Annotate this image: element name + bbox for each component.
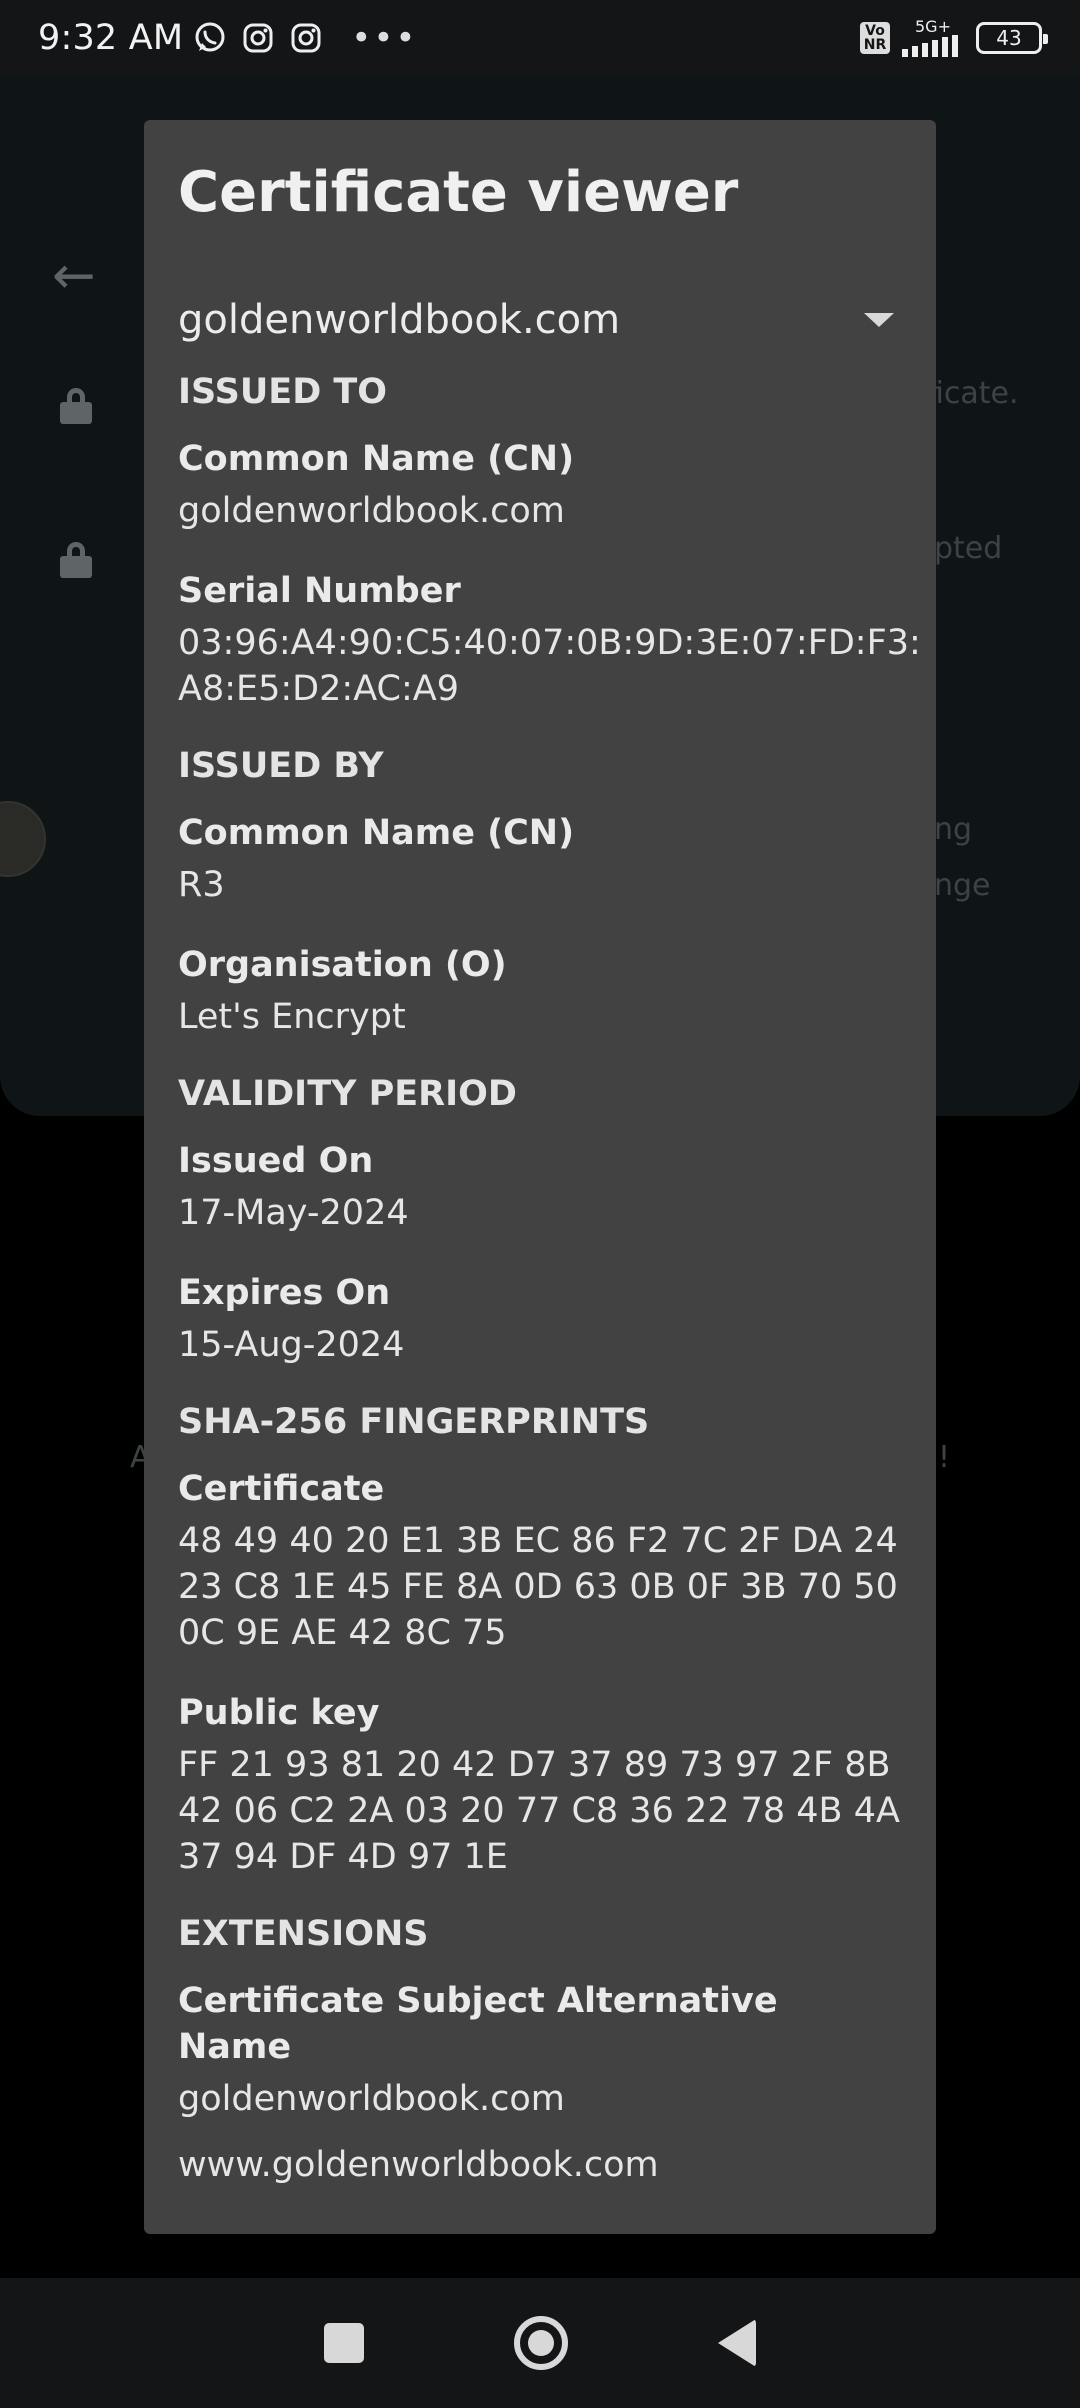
lock-icon (60, 542, 92, 578)
instagram-icon (243, 23, 273, 53)
section-heading-extensions: EXTENSIONS (178, 1914, 429, 1954)
lock-icon (60, 388, 92, 424)
field-value: FF 21 93 81 20 42 D7 37 89 73 97 2F 8B (178, 1745, 891, 1785)
field-value: 15-Aug-2024 (178, 1325, 405, 1365)
network-indicator: 5G+ (902, 19, 964, 57)
field-value: 03:96:A4:90:C5:40:07:0B:9D:3E:07:FD:F3: (178, 623, 921, 663)
field-value: goldenworldbook.com (178, 491, 565, 531)
section-heading-fingerprints: SHA-256 FINGERPRINTS (178, 1402, 650, 1442)
field-value: 48 49 40 20 E1 3B EC 86 F2 7C 2F DA 24 (178, 1521, 898, 1561)
whatsapp-icon (195, 22, 225, 52)
section-heading-validity-period: VALIDITY PERIOD (178, 1074, 517, 1114)
field-label: Organisation (O) (178, 945, 507, 985)
field-label: Common Name (CN) (178, 439, 575, 479)
background-text: ficate. (925, 376, 1019, 411)
instagram-icon (291, 23, 321, 53)
avatar (0, 801, 46, 877)
volte-nr-icon: Vo NR (860, 22, 890, 54)
field-label: Certificate (178, 1469, 385, 1509)
field-label: Certificate Subject Alternative Name (178, 1981, 778, 2067)
background-text: ng (934, 812, 973, 847)
home-icon (528, 2330, 554, 2356)
section-heading-issued-to: ISSUED TO (178, 372, 388, 412)
notification-icons: ••• (193, 18, 417, 58)
certificate-details: ISSUED TO Common Name (CN) goldenworldbo… (178, 360, 921, 2188)
field-value: goldenworldbook.com (178, 2079, 565, 2119)
status-bar: 9:32 AM ••• Vo NR 5G+ 43 (0, 0, 1080, 76)
field-value: 23 C8 1E 45 FE 8A 0D 63 0B 0F 3B 70 50 (178, 1567, 898, 1607)
field-label: Expires On (178, 1273, 391, 1313)
system-status: Vo NR 5G+ 43 (860, 19, 1048, 57)
background-text: ! (938, 1440, 951, 1475)
field-label: Issued On (178, 1141, 374, 1181)
certificate-select[interactable]: goldenworldbook.com (178, 290, 902, 350)
certificate-select-value: goldenworldbook.com (178, 297, 621, 343)
field-value: 0C 9E AE 42 8C 75 (178, 1613, 507, 1653)
field-label: Public key (178, 1693, 380, 1733)
back-arrow-icon: ← (52, 246, 96, 306)
field-value: R3 (178, 865, 225, 905)
section-heading-issued-by: ISSUED BY (178, 746, 384, 786)
dropdown-arrow-icon (864, 313, 894, 327)
field-value: Let's Encrypt (178, 997, 406, 1037)
background-text: nge (934, 868, 991, 903)
home-button[interactable] (514, 2316, 568, 2370)
navigation-bar (0, 2278, 1080, 2408)
field-value: 42 06 C2 2A 03 20 77 C8 36 22 78 4B 4A (178, 1791, 900, 1831)
recents-button[interactable] (324, 2323, 364, 2363)
status-time: 9:32 AM (38, 18, 184, 58)
background-text: pted (934, 531, 1003, 566)
field-label: Serial Number (178, 571, 461, 611)
dialog-title: Certificate viewer (178, 160, 739, 225)
signal-icon (902, 35, 958, 57)
network-type: 5G+ (915, 17, 951, 36)
field-label: Common Name (CN) (178, 813, 575, 853)
field-value: 17-May-2024 (178, 1193, 409, 1233)
back-button[interactable] (718, 2319, 756, 2367)
battery-icon: 43 (976, 22, 1048, 54)
field-value: www.goldenworldbook.com (178, 2145, 659, 2185)
field-value: 37 94 DF 4D 97 1E (178, 1837, 508, 1877)
certificate-viewer-dialog: Certificate viewer goldenworldbook.com I… (144, 120, 936, 2234)
battery-level: 43 (996, 26, 1022, 50)
more-notifications-icon: ••• (351, 18, 418, 58)
field-value: A8:E5:D2:AC:A9 (178, 669, 459, 709)
